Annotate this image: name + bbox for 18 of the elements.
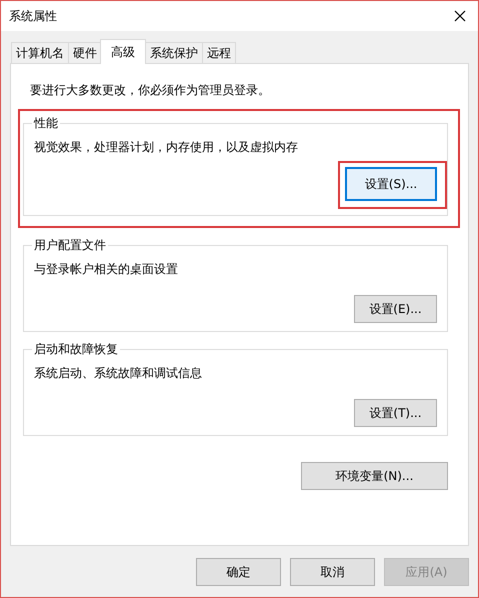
tab[interactable]: 计算机名 bbox=[11, 42, 69, 63]
tab[interactable]: 高级 bbox=[100, 39, 146, 64]
environment-variables-button[interactable]: 环境变量(N)... bbox=[301, 462, 448, 490]
dialog-button[interactable]: 确定 bbox=[196, 558, 281, 586]
close-icon[interactable] bbox=[454, 10, 466, 22]
group-description: 与登录帐户相关的桌面设置 bbox=[34, 261, 179, 278]
settings-button[interactable]: 设置(S)... bbox=[345, 167, 437, 201]
group-title: 启动和故障恢复 bbox=[33, 341, 119, 358]
group-description: 系统启动、系统故障和调试信息 bbox=[34, 365, 203, 382]
notice-text: 要进行大多数更改，你必须作为管理员登录。 bbox=[30, 82, 271, 99]
settings-button[interactable]: 设置(E)... bbox=[354, 295, 437, 323]
group-description: 视觉效果，处理器计划，内存使用，以及虚拟内存 bbox=[34, 139, 299, 156]
group-title: 用户配置文件 bbox=[33, 237, 107, 254]
tab[interactable]: 远程 bbox=[202, 42, 236, 63]
settings-button[interactable]: 设置(T)... bbox=[354, 399, 437, 427]
dialog-button[interactable]: 取消 bbox=[290, 558, 375, 586]
window-title: 系统属性 bbox=[9, 8, 57, 25]
group-title: 性能 bbox=[32, 115, 59, 132]
